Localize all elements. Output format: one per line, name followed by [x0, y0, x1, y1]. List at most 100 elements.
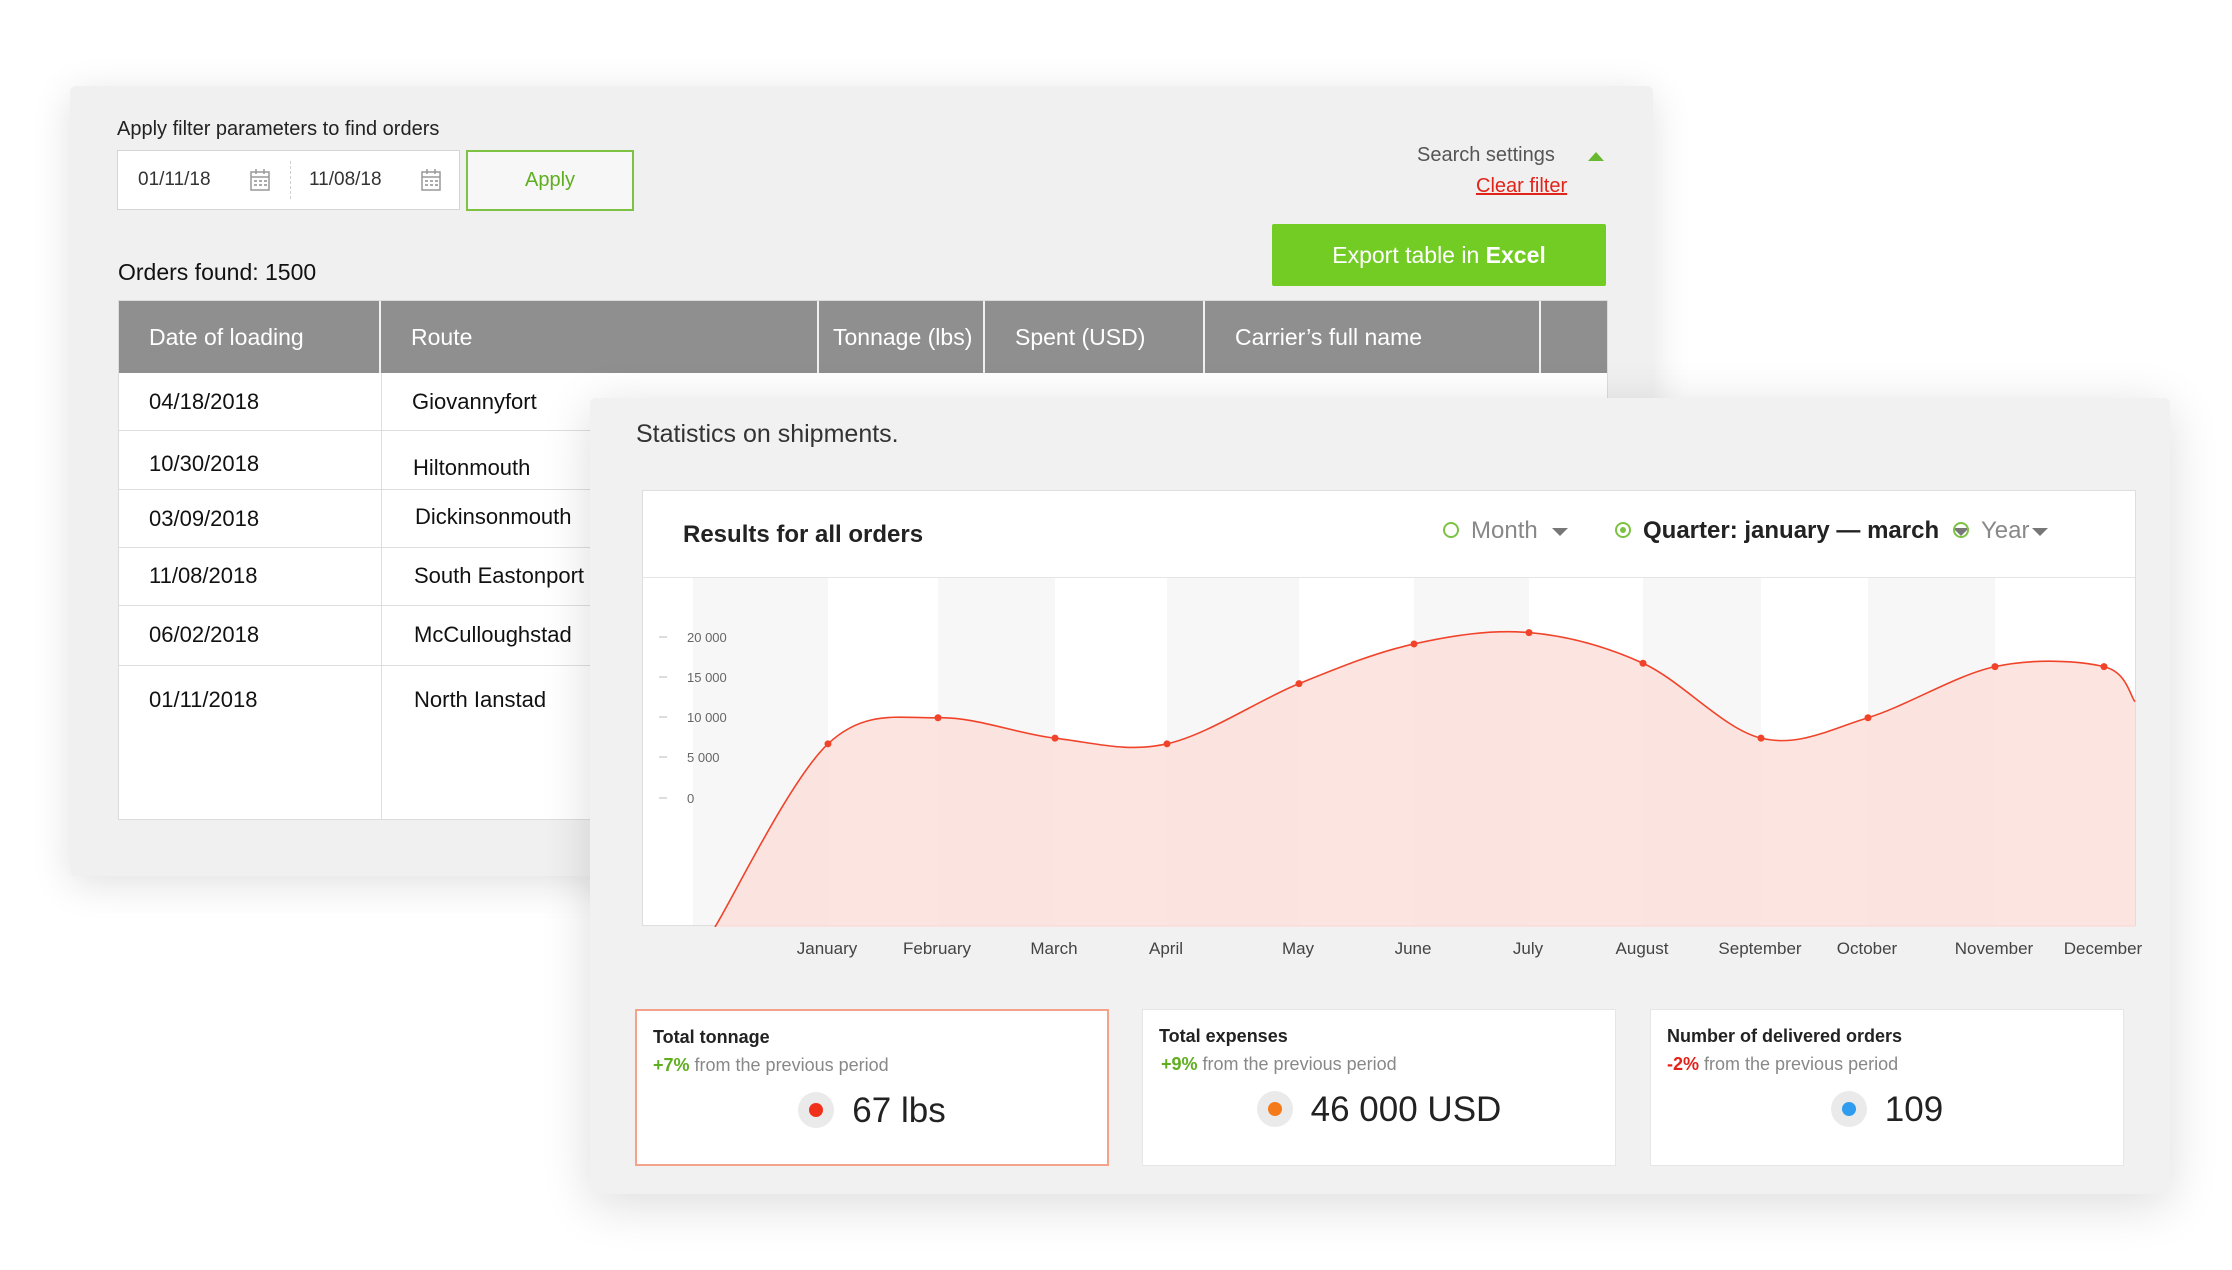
radio-icon[interactable] — [1443, 521, 1459, 538]
y-tick-label: 0 — [687, 791, 694, 806]
statistics-panel: Statistics on shipments. 20 000 15 000 10 … — [590, 398, 2170, 1194]
kpi-delta: +9% — [1161, 1054, 1198, 1074]
x-tick-label: June — [1394, 939, 1432, 958]
cell-route: McCulloughstad — [414, 622, 572, 647]
kpi-delta-suffix: from the previous period — [689, 1055, 889, 1075]
apply-button[interactable]: Apply — [466, 150, 634, 211]
chevron-down-icon[interactable] — [1551, 527, 1568, 536]
chart-card-header: Results for all orders Month Quarter: ja… — [643, 491, 2135, 578]
filter-title: Apply filter parameters to find orders — [117, 118, 440, 140]
date-range-picker[interactable]: 01/11/18 11/08/18 — [117, 150, 460, 210]
data-point — [1410, 640, 1418, 648]
kpi-delta: +7% — [653, 1055, 690, 1075]
kpi-value: 109 — [1651, 1090, 2123, 1130]
x-tick-label: December — [2063, 939, 2143, 958]
data-point — [1639, 659, 1647, 667]
period-option-year[interactable]: Year — [1953, 517, 2048, 545]
kpi-delta-suffix: from the previous period — [1699, 1054, 1899, 1074]
data-point — [824, 740, 832, 748]
export-label-bold: Excel — [1485, 242, 1546, 268]
kpi-title: Total expenses — [1159, 1026, 1288, 1046]
cell-date: 11/08/2018 — [149, 563, 258, 588]
column-header-spent[interactable]: Spent (USD) — [985, 301, 1205, 373]
radio-selected-icon[interactable] — [1615, 521, 1631, 538]
data-point — [1864, 714, 1872, 722]
x-tick-label: August — [1615, 939, 1669, 958]
cell-date: 04/18/2018 — [149, 389, 260, 414]
kpi-change: +7% from the previous period — [653, 1055, 889, 1076]
data-point — [1051, 734, 1059, 742]
x-tick-label: September — [1718, 939, 1802, 958]
column-header-tonnage[interactable]: Tonnage (lbs) — [819, 301, 985, 373]
cell-date: 06/02/2018 — [149, 622, 260, 647]
kpi-delta-suffix: from the previous period — [1197, 1054, 1397, 1074]
calendar-icon[interactable] — [250, 169, 270, 191]
date-from-field[interactable]: 01/11/18 — [138, 151, 211, 209]
export-label-prefix: Export table in — [1332, 242, 1486, 268]
y-tick-label: 20 000 — [687, 630, 727, 645]
x-tick-label: November — [1954, 939, 2034, 958]
cell-route: North Ianstad — [414, 687, 547, 712]
kpi-card-orders[interactable]: Number of delivered orders -2% from the … — [1650, 1009, 2124, 1166]
x-tick-label: January — [796, 939, 858, 958]
status-dot-icon — [1830, 1090, 1867, 1127]
chart-card-title: Results for all orders — [683, 521, 924, 548]
data-point — [1757, 734, 1765, 742]
data-point — [2100, 663, 2108, 671]
kpi-value-text: 109 — [1884, 1090, 1944, 1129]
cell-route: Hiltonmouth — [413, 455, 531, 480]
kpi-card-tonnage[interactable]: Total tonnage +7% from the previous peri… — [635, 1009, 1109, 1166]
data-point — [1525, 629, 1533, 637]
period-option-quarter[interactable]: Quarter: january — march — [1615, 517, 1970, 545]
kpi-change: +9% from the previous period — [1161, 1054, 1397, 1075]
column-header-date[interactable]: Date of loading — [119, 301, 381, 373]
y-tick-label: 15 000 — [687, 670, 727, 685]
caret-up-icon[interactable] — [1588, 152, 1604, 161]
kpi-change: -2% from the previous period — [1667, 1054, 1898, 1075]
cell-route: South Eastonport — [414, 563, 585, 588]
x-tick-label: October — [1836, 939, 1898, 958]
data-point — [934, 714, 942, 722]
cell-date: 03/09/2018 — [149, 506, 260, 531]
period-label: Month — [1471, 517, 1538, 544]
y-tick-label: 5 000 — [687, 750, 720, 765]
date-to-field[interactable]: 11/08/18 — [309, 151, 382, 209]
cell-date: 01/11/2018 — [149, 687, 258, 712]
period-option-month[interactable]: Month — [1443, 517, 1568, 545]
clear-filter-link[interactable]: Clear filter — [1476, 175, 1567, 198]
status-dot-icon — [1256, 1090, 1293, 1127]
cell-route: Giovannyfort — [412, 389, 537, 414]
data-point — [1163, 740, 1171, 748]
calendar-icon[interactable] — [421, 169, 441, 191]
table-header: Date of loading Route Tonnage (lbs) Spen… — [119, 301, 1607, 373]
cell-date: 10/30/2018 — [149, 451, 260, 476]
statistics-title: Statistics on shipments. — [636, 420, 899, 448]
chevron-down-icon[interactable] — [2031, 527, 2048, 536]
kpi-value-text: 46 000 USD — [1310, 1090, 1502, 1129]
cell-route: Dickinsonmouth — [415, 504, 572, 529]
kpi-title: Number of delivered orders — [1667, 1026, 1903, 1046]
kpi-title: Total tonnage — [653, 1027, 770, 1047]
search-settings-toggle[interactable]: Search settings — [1417, 144, 1555, 167]
x-tick-label: February — [902, 939, 972, 958]
kpi-value: 46 000 USD — [1143, 1090, 1615, 1130]
date-separator — [290, 161, 291, 199]
radio-icon[interactable] — [1953, 521, 1969, 538]
export-excel-button[interactable]: Export table in Excel — [1272, 224, 1606, 286]
chart-card: 20 000 15 000 10 000 5 000 0 Results for all… — [642, 490, 2136, 927]
column-header-carrier[interactable]: Carrier’s full name — [1205, 301, 1541, 373]
data-point — [1295, 680, 1303, 688]
x-tick-label: July — [1512, 939, 1544, 958]
kpi-card-expenses[interactable]: Total expenses +9% from the previous per… — [1142, 1009, 1616, 1166]
data-point — [1991, 663, 1999, 671]
orders-found-count: Orders found: 1500 — [118, 259, 317, 285]
period-label: Quarter: january — march — [1643, 517, 1940, 544]
column-header-route[interactable]: Route — [381, 301, 819, 373]
status-dot-icon — [798, 1091, 835, 1128]
x-tick-label: March — [1030, 939, 1078, 958]
x-tick-label: April — [1148, 939, 1183, 958]
period-label: Year — [1981, 517, 2030, 544]
kpi-delta: -2% — [1667, 1054, 1700, 1074]
kpi-value-text: 67 lbs — [852, 1091, 946, 1130]
y-tick-label: 10 000 — [687, 710, 727, 725]
